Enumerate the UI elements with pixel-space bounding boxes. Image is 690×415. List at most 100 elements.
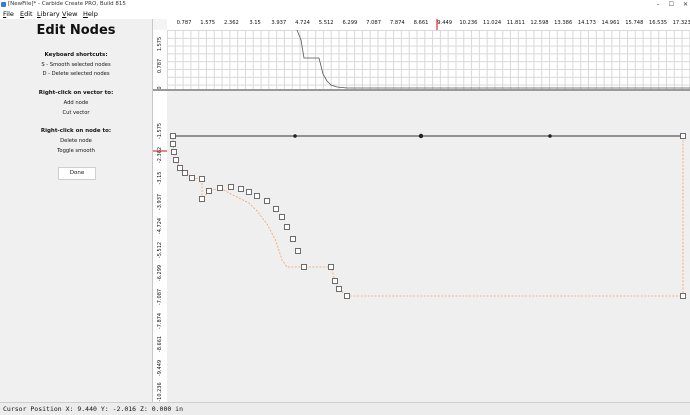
window-title: [NewFile]* - Carbide Create PRO, Build 8… [8,1,126,7]
x-tick-label: 7.874 [389,20,405,26]
vector-node[interactable] [680,293,686,299]
profile-curve [296,30,690,89]
status-bar: Cursor Position X: 9.440 Y: -2.016 Z: 0.… [0,402,690,415]
vector-node[interactable] [170,141,176,147]
vector-node[interactable] [228,184,234,190]
graph-vertical-ruler[interactable]: 1.575 0.787 0 [153,30,167,90]
vector-node[interactable] [295,248,301,254]
x-tick-label: 4.724 [295,20,310,26]
menu-bar: File Edit Library View Help [0,9,690,19]
menu-library[interactable]: Library [37,9,60,19]
vector-node[interactable] [264,198,270,204]
keyboard-shortcuts-heading: Keyboard shortcuts: [44,52,108,58]
x-tick-label: 2.362 [223,20,239,26]
title-bar: [NewFile]* - Carbide Create PRO, Build 8… [0,0,690,9]
close-button[interactable]: ✕ [683,0,688,9]
canvas-y-tick-label: -7.874 [157,312,163,329]
canvas-y-tick-label: -9.449 [157,359,163,377]
vector-node[interactable] [170,133,176,139]
x-tick-label: 5.512 [318,20,334,26]
vector-node[interactable] [189,175,195,181]
vector-node[interactable] [199,176,205,182]
vector-node[interactable] [254,193,260,199]
vector-cut: Cut vector [62,110,90,116]
menu-edit[interactable]: Edit [20,9,33,19]
vector-node[interactable] [173,157,179,163]
ruler-corner [153,19,167,30]
x-tick-label: 7.087 [366,20,382,26]
vector-node[interactable] [336,286,342,292]
graph-y-tick-label: 1.575 [157,36,163,52]
x-tick-label: 3.937 [271,20,287,26]
shortcut-smooth: S - Smooth selected nodes [41,62,111,68]
canvas-y-tick-label: -6.299 [157,265,163,282]
canvas-y-tick-label: -3.937 [157,194,163,211]
node-group [170,133,686,299]
control-point[interactable] [548,134,552,138]
shortcut-delete: D - Delete selected nodes [42,71,110,77]
menu-help[interactable]: Help [83,9,98,19]
vector-node[interactable] [344,293,350,299]
vector-add-node: Add node [63,100,89,106]
vector-node[interactable] [284,224,290,230]
minimize-button[interactable]: – [657,0,660,9]
canvas-y-tick-label: -3.15 [157,171,163,185]
vector-node[interactable] [171,149,177,155]
canvas-y-tick-label: -8.661 [157,336,163,353]
x-tick-label: 17.323 [672,20,690,26]
node-heading: Right-click on node to: [40,128,112,134]
panel-title: Edit Nodes [36,23,116,38]
depth-profile-graph[interactable] [167,30,690,89]
x-tick-label: 14.961 [601,20,620,26]
cursor-position-readout: Cursor Position X: 9.440 Y: -2.016 Z: 0.… [3,405,184,413]
vector-node[interactable] [290,236,296,242]
node-toggle-smooth: Toggle smooth [57,148,95,154]
x-tick-label: 15.748 [625,20,644,26]
canvas-svg [170,133,686,299]
x-tick-label: 13.386 [554,20,573,26]
x-tick-label: 12.598 [530,20,549,26]
canvas-vertical-ruler[interactable]: -1.575 -2.362 -3.15 -3.937 -4.724 -5.512 -6.29… [153,91,168,402]
x-tick-label: 8.661 [413,20,429,26]
vector-node[interactable] [301,264,307,270]
x-tick-label: 0.787 [176,20,192,26]
x-tick-label: 6.299 [342,20,358,26]
vector-node[interactable] [182,170,188,176]
design-canvas[interactable] [167,91,690,402]
vector-node[interactable] [328,264,334,270]
x-tick-label: 14.173 [577,20,596,26]
menu-view[interactable]: View [62,9,77,19]
edit-nodes-panel: Edit Nodes Keyboard shortcuts: S - Smoot… [0,19,153,402]
vector-node[interactable] [680,133,686,139]
vector-node[interactable] [279,214,285,220]
vector-node[interactable] [206,188,212,194]
done-button[interactable]: Done [58,167,96,180]
canvas-y-tick-label: -10.236 [157,382,163,402]
window-controls: – ☐ ✕ [657,0,688,9]
node-delete: Delete node [60,138,92,144]
vector-node[interactable] [246,189,252,195]
vector-node[interactable] [199,196,205,202]
vector-node[interactable] [238,186,244,192]
vector-node[interactable] [217,185,223,191]
vector-node[interactable] [273,206,279,212]
vector-path [172,135,684,297]
x-tick-label: 16.535 [648,20,668,26]
menu-file[interactable]: File [3,9,14,19]
x-tick-label: 3.15 [249,20,261,26]
x-tick-label: 9.449 [437,20,453,26]
vector-heading: Right-click on vector to: [38,90,114,96]
canvas-y-tick-label: -1.575 [157,122,163,140]
control-point[interactable] [418,133,424,139]
vector-node[interactable] [177,165,183,171]
maximize-button[interactable]: ☐ [669,0,674,9]
vector-node[interactable] [332,278,338,284]
x-tick-label: 11.024 [483,20,502,26]
canvas-y-tick-label: -7.087 [157,288,163,305]
control-point[interactable] [293,134,297,138]
x-tick-label: 11.811 [506,20,525,26]
x-tick-label: 10.236 [459,20,478,26]
graph-y-tick-label: 0.787 [157,58,163,74]
canvas-y-tick-label: -4.724 [157,217,163,234]
x-tick-label: 1.575 [200,20,216,26]
